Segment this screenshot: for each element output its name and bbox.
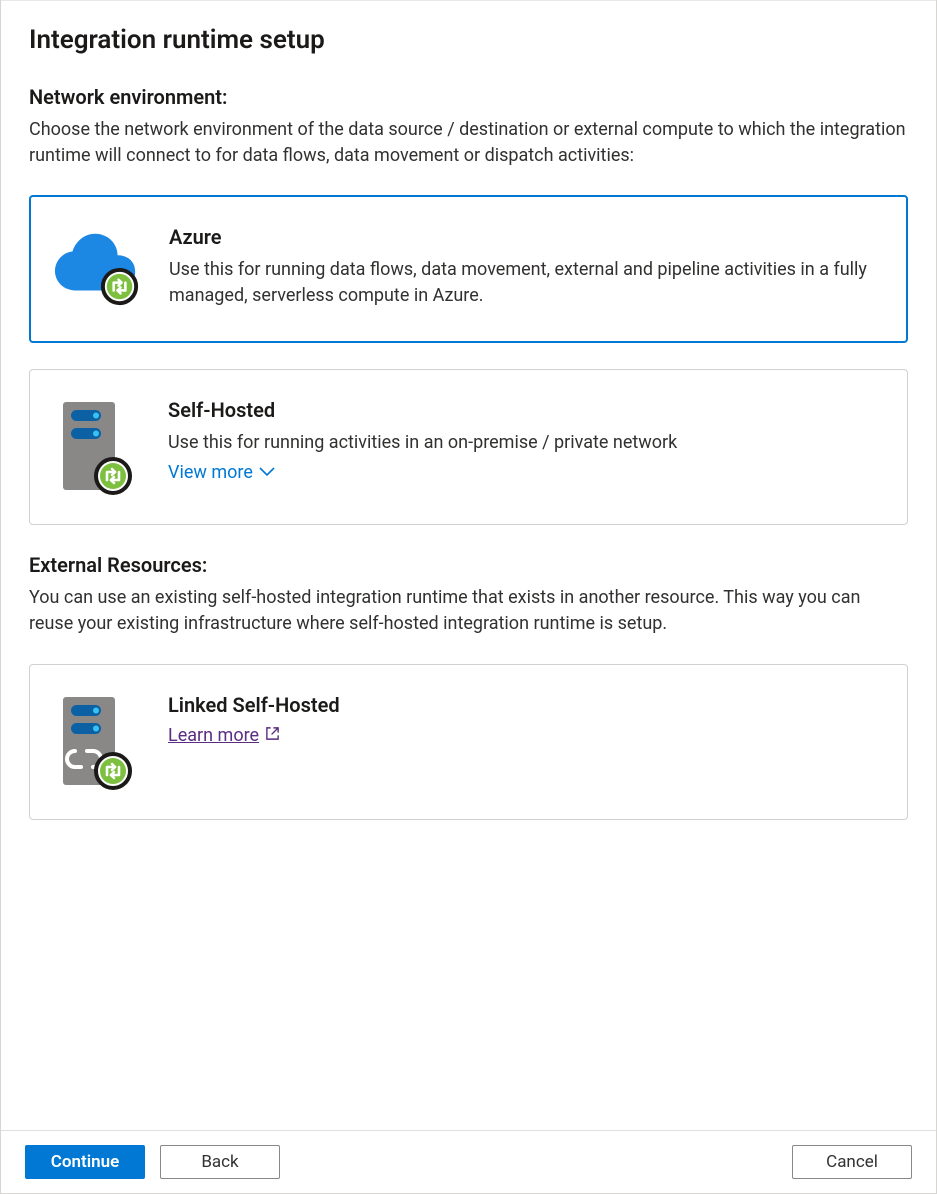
cancel-button[interactable]: Cancel: [792, 1145, 912, 1179]
page-title: Integration runtime setup: [29, 25, 908, 55]
option-card-linked-self-hosted[interactable]: Linked Self-Hosted Learn more: [29, 664, 908, 820]
dialog-content: Integration runtime setup Network enviro…: [1, 0, 936, 1130]
option-card-self-hosted[interactable]: Self-Hosted Use this for running activit…: [29, 369, 908, 525]
back-button[interactable]: Back: [160, 1145, 280, 1179]
section-desc-network: Choose the network environment of the da…: [29, 117, 908, 169]
linked-server-icon: [52, 693, 142, 793]
section-title-network: Network environment:: [29, 85, 908, 109]
server-icon: [52, 398, 142, 498]
card-title-linked-self-hosted: Linked Self-Hosted: [168, 693, 885, 717]
card-desc-azure: Use this for running data flows, data mo…: [169, 257, 884, 309]
dialog-footer: Continue Back Cancel: [1, 1130, 936, 1193]
section-title-external: External Resources:: [29, 553, 908, 577]
view-more-label: View more: [168, 462, 253, 483]
card-title-self-hosted: Self-Hosted: [168, 398, 885, 422]
view-more-link[interactable]: View more: [168, 462, 275, 483]
azure-cloud-icon: [53, 225, 143, 307]
chevron-down-icon: [259, 462, 275, 483]
learn-more-link[interactable]: Learn more: [168, 725, 280, 746]
continue-button[interactable]: Continue: [25, 1145, 145, 1179]
option-card-azure[interactable]: Azure Use this for running data flows, d…: [29, 195, 908, 343]
card-desc-self-hosted: Use this for running activities in an on…: [168, 430, 885, 456]
external-link-icon: [265, 725, 280, 746]
card-title-azure: Azure: [169, 225, 884, 249]
section-desc-external: You can use an existing self-hosted inte…: [29, 585, 908, 637]
learn-more-label: Learn more: [168, 725, 259, 746]
